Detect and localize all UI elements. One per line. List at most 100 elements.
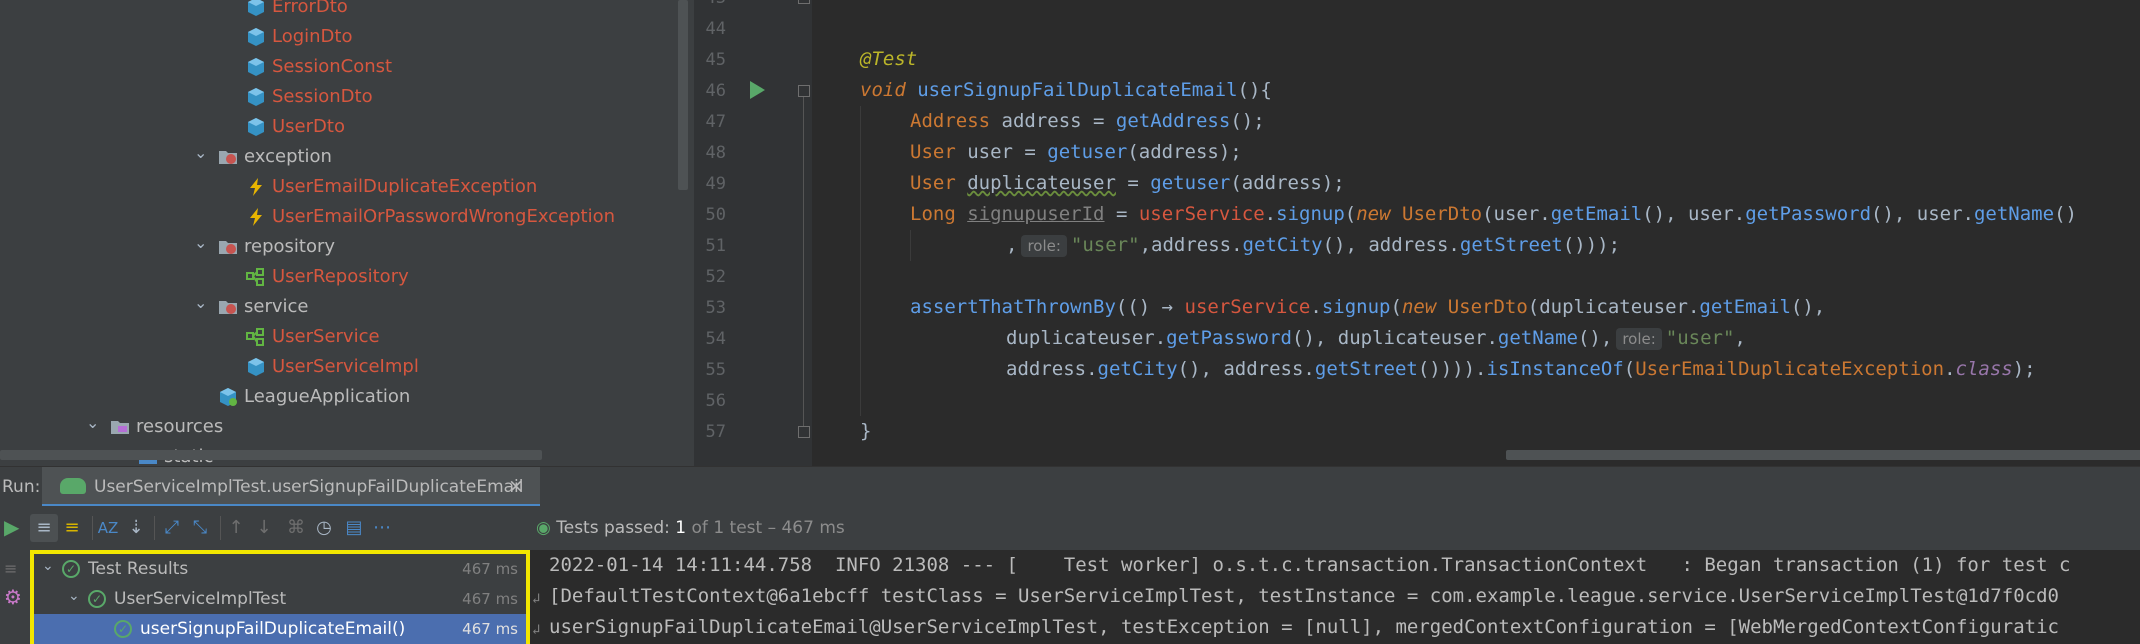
code-line[interactable]: Address address = getAddress(); [910,106,1265,137]
project-tree-item[interactable]: ⌄ repository [0,232,680,262]
tests-passed-label: Tests passed: [556,518,676,538]
code-token: = [1115,172,1151,194]
test-result-row[interactable]: ✓ userSignupFailDuplicateEmail() 467 ms [34,614,526,644]
export-icon[interactable]: ▤ [340,514,368,542]
code-editor[interactable]: 43 44 45 46 47 48 49 50 51 52 53 54 55 56 57 @Test void… [694,0,2140,466]
field-token: userService [1138,203,1265,225]
project-tree-item[interactable]: ErrorDto [0,0,680,22]
settings-gear-icon[interactable]: ⚙ [4,586,22,608]
console-line: [DefaultTestContext@6a1ebcff testClass =… [549,585,2059,607]
field-token: userService [1184,296,1311,318]
close-icon[interactable]: × [508,467,524,505]
method-call-token: getAddress [1115,110,1231,132]
show-ignored-icon[interactable]: ≡ [58,514,86,542]
code-token: ( [1390,296,1402,318]
sort-by-duration-icon[interactable]: ⇣ [122,514,150,542]
type-token: User [910,172,956,194]
project-tree-item[interactable]: SessionDto [0,82,680,112]
fold-marker-icon[interactable] [798,426,810,438]
show-passed-icon[interactable]: ≡ [30,514,58,542]
tree-horizontal-scrollbar[interactable] [0,450,542,460]
next-failed-icon[interactable]: ↓ [250,514,278,542]
interface-icon [246,327,266,347]
line-number: 43 [694,0,726,8]
chevron-down-icon[interactable]: ⌄ [42,551,54,581]
chevron-down-icon[interactable]: ⌄ [194,138,207,168]
import-tests-icon[interactable]: ⌘ [282,514,310,542]
code-line[interactable]: User user = getuser(address); [910,137,1242,168]
history-icon[interactable]: ◷ [310,514,338,542]
project-tree-panel: ErrorDto LoginDto SessionConst SessionDto Us… [0,0,694,466]
code-line[interactable]: assertThatThrownBy(() → userService.sign… [910,292,1825,323]
project-tree-label: LeagueApplication [244,386,411,407]
code-line[interactable]: Long signupuserId = userService.signup(n… [910,199,2077,230]
code-token: . [1944,358,1956,380]
project-tree-item[interactable]: UserService [0,322,680,352]
project-tree-label: LoginDto [272,26,353,47]
code-line[interactable]: User duplicateuser = getuser(address); [910,168,1345,199]
tests-passed-status: ◉ Tests passed: 1 of 1 test – 467 ms [536,506,845,550]
tests-passed-detail: of 1 test – 467 ms [686,518,845,538]
console-output[interactable]: 2022-01-14 14:11:44.758 INFO 21308 --- [… [530,550,2140,644]
run-tool-window-header: Run: UserServiceImplTest.userSignupFailD… [0,466,2140,507]
test-name: UserServiceImplTest [114,589,287,609]
fold-marker-icon[interactable] [798,0,810,4]
project-tree-item[interactable]: ⌄ exception [0,142,680,172]
test-result-row[interactable]: ⌄ ✓ Test Results 467 ms [34,554,526,584]
method-name-token: userSignupFailDuplicateEmail [917,79,1238,101]
line-number: 45 [705,50,726,70]
sort-alphabetically-icon[interactable]: AZ [94,514,122,542]
chevron-down-icon[interactable]: ⌄ [68,581,80,611]
indent-guide [860,106,861,416]
line-number: 55 [705,360,726,380]
test-results-tree[interactable]: ⌄ ✓ Test Results 467 ms ⌄ ✓ UserServiceImplTes… [30,550,530,644]
chevron-down-icon[interactable]: ⌄ [194,288,207,318]
project-tree-item[interactable]: UserEmailOrPasswordWrongException [0,202,680,232]
project-tree-item[interactable]: ⌄ service [0,292,680,322]
run-tab[interactable]: UserServiceImplTest.userSignupFailDuplic… [42,467,540,507]
code-line[interactable]: void userSignupFailDuplicateEmail(){ [860,75,1272,106]
soft-wrap-icon: ↲ [532,591,541,607]
project-tree-item[interactable]: LeagueApplication [0,382,680,412]
string-token: "user" [1070,234,1140,256]
line-number: 48 [705,143,726,163]
project-tree-item[interactable]: SessionConst [0,52,680,82]
project-tree-item[interactable]: LoginDto [0,22,680,52]
tree-vertical-scrollbar[interactable] [678,0,688,190]
type-token: User [910,141,956,163]
pass-check-icon: ◉ [536,518,551,538]
code-line[interactable]: } [860,416,871,447]
code-line[interactable]: @Test [860,44,917,75]
chevron-down-icon[interactable]: ⌄ [194,228,207,258]
type-token: Long [910,203,956,225]
variable-token: duplicateuser [967,172,1116,194]
project-tree-item[interactable]: UserEmailDuplicateException [0,172,680,202]
line-number: 50 [705,205,726,225]
code-line[interactable]: , role: "user",address.getCity(), address.… [1006,230,1620,261]
project-tree-item[interactable]: UserDto [0,112,680,142]
run-test-icon[interactable] [750,81,765,99]
indent-guide [910,230,911,261]
fold-marker-icon[interactable] [798,85,810,97]
clear-icon[interactable]: ≡ [4,558,17,580]
rerun-icon[interactable]: ▶ [4,516,19,538]
class-icon [246,27,266,47]
test-result-row[interactable]: ⌄ ✓ UserServiceImplTest 467 ms [34,584,526,614]
expand-all-icon[interactable]: ⤢ [158,514,186,542]
editor-horizontal-scrollbar[interactable] [1506,450,2140,460]
collapse-all-icon[interactable]: ⤡ [186,514,214,542]
chevron-down-icon[interactable]: ⌄ [86,408,99,438]
previous-failed-icon[interactable]: ↑ [222,514,250,542]
editor-gutter: 43 44 45 46 47 48 49 50 51 52 53 54 55 56 57 [694,0,812,466]
project-tree-label: UserRepository [272,266,409,287]
code-token: ()))). [1417,358,1487,380]
code-line[interactable]: duplicateuser.getPassword(), duplicateus… [1006,323,1746,354]
project-tree-item[interactable]: UserServiceImpl [0,352,680,382]
project-tree-item[interactable]: UserRepository [0,262,680,292]
test-duration: 467 ms [462,560,518,578]
code-token: , [1006,234,1018,256]
project-tree-item[interactable]: ⌄ resources [0,412,680,442]
code-line[interactable]: address.getCity(), address.getStreet()))… [1006,354,2036,385]
console-line: userSignupFailDuplicateEmail@UserService… [549,616,2059,638]
more-icon[interactable]: ⋯ [368,514,396,542]
